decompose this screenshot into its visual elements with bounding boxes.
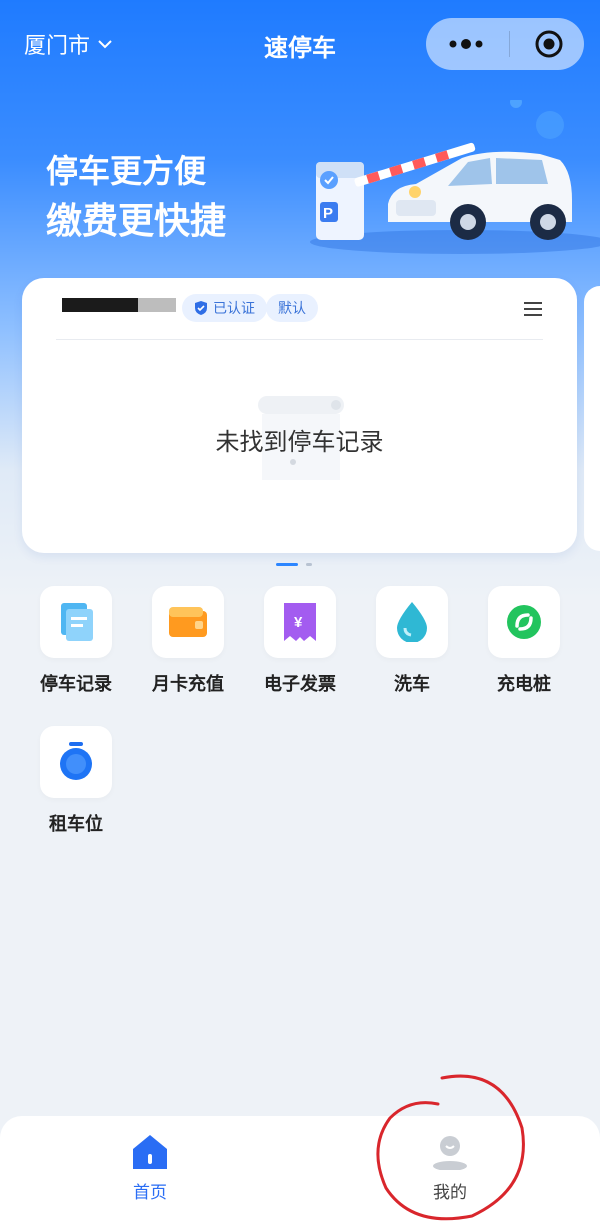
capsule-divider xyxy=(508,31,510,57)
default-badge: 默认 xyxy=(266,294,318,322)
user-avatar-icon xyxy=(433,1136,467,1171)
carousel-dot-active xyxy=(276,563,298,566)
service-rent-space[interactable]: 租车位 xyxy=(20,726,132,836)
service-label: 电子发票 xyxy=(264,674,336,695)
menu-icon[interactable] xyxy=(524,300,542,318)
service-label: 停车记录 xyxy=(40,674,112,695)
default-badge-label: 默认 xyxy=(278,301,306,317)
service-icon-box xyxy=(152,586,224,658)
carousel-dot xyxy=(306,563,312,566)
verified-badge-label: 已认证 xyxy=(213,301,255,317)
service-icon-box xyxy=(488,586,560,658)
mini-program-capsule xyxy=(426,18,584,70)
more-dots-icon[interactable] xyxy=(448,38,484,50)
service-label: 充电桩 xyxy=(497,674,551,695)
service-car-wash[interactable]: 洗车 xyxy=(356,586,468,696)
home-icon xyxy=(133,1135,167,1169)
tab-home[interactable]: 首页 xyxy=(90,1134,210,1203)
carousel-indicator xyxy=(276,563,312,566)
svg-text:¥: ¥ xyxy=(294,614,303,631)
car-wash-icon xyxy=(397,602,427,642)
shield-check-icon xyxy=(195,301,207,315)
banner-slogan-line2: 缴费更快捷 xyxy=(46,201,227,242)
service-icon-box: ¥ xyxy=(264,586,336,658)
parking-record-icon xyxy=(61,603,93,641)
svg-text:P: P xyxy=(323,205,333,222)
service-charging-pile[interactable]: 充电桩 xyxy=(468,586,580,696)
close-target-icon[interactable] xyxy=(534,29,564,59)
tab-home-label: 首页 xyxy=(133,1183,167,1203)
service-parking-record[interactable]: 停车记录 xyxy=(20,586,132,696)
service-label: 租车位 xyxy=(49,814,103,835)
service-e-invoice[interactable]: ¥ 电子发票 xyxy=(244,586,356,696)
verified-badge: 已认证 xyxy=(182,294,267,322)
service-label: 洗车 xyxy=(394,674,430,695)
banner-slogan-line1: 停车更方便 xyxy=(46,152,207,190)
next-card-peek[interactable] xyxy=(584,286,600,551)
vehicle-card[interactable]: 已认证 默认 未找到停车记录 xyxy=(22,278,577,553)
service-label: 月卡充值 xyxy=(152,674,224,695)
service-icon-box xyxy=(40,586,112,658)
rent-space-icon xyxy=(60,742,92,780)
monthly-card-icon xyxy=(169,607,207,637)
service-icon-box xyxy=(376,586,448,658)
service-icon-box xyxy=(40,726,112,798)
bottom-tab-bar: 首页 我的 xyxy=(0,1116,600,1227)
license-plate-redacted-tail xyxy=(138,298,176,312)
tab-mine-label: 我的 xyxy=(433,1183,467,1203)
card-divider xyxy=(56,339,543,340)
empty-record-message: 未找到停车记录 xyxy=(215,428,384,456)
invoice-icon: ¥ xyxy=(284,603,316,641)
tab-mine[interactable]: 我的 xyxy=(390,1134,510,1203)
charging-pile-icon xyxy=(507,605,541,639)
service-monthly-card[interactable]: 月卡充值 xyxy=(132,586,244,696)
